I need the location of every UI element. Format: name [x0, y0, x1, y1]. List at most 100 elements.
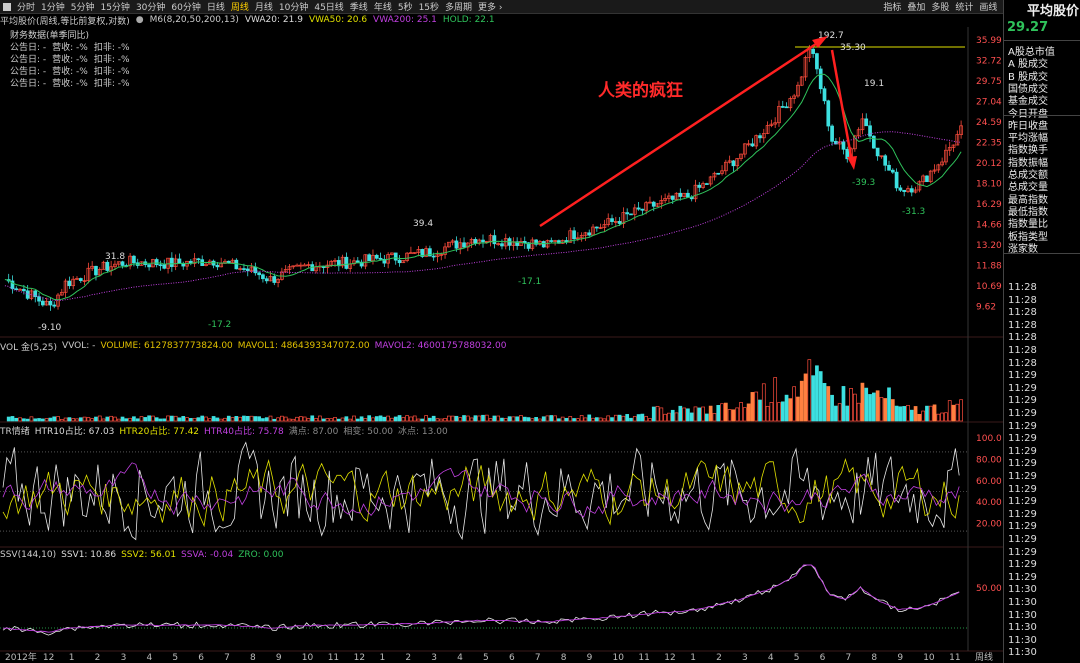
volume-bar — [469, 417, 474, 422]
volume-bar — [879, 397, 884, 422]
tr-axis-label: 40.00 — [976, 498, 1002, 508]
volume-bar — [606, 415, 611, 422]
x-axis-label: 11 — [328, 653, 339, 663]
price-marker: 39.4 — [413, 219, 433, 229]
volume-bar — [758, 399, 762, 422]
volume-bar — [295, 416, 299, 422]
volume-bar — [803, 373, 808, 422]
volume-bar — [428, 417, 432, 422]
candle-body — [868, 125, 872, 137]
candle-body — [909, 188, 914, 193]
volume-bar — [215, 417, 220, 422]
volume-bar — [462, 415, 466, 422]
candle-body — [40, 300, 45, 306]
volume-bar — [583, 417, 588, 422]
x-axis-label: 1 — [69, 653, 75, 663]
volume-bar — [742, 407, 747, 422]
volume-bar — [693, 406, 698, 422]
volume-bar — [314, 418, 318, 422]
tick-time: 11:28 — [1008, 294, 1037, 306]
volume-bar — [177, 417, 182, 422]
candle-body — [302, 264, 307, 267]
candle-body — [462, 242, 466, 248]
volume-bar — [352, 415, 356, 422]
volume-bar — [473, 415, 478, 422]
tick-time: 11:29 — [1008, 420, 1037, 432]
volume-bar — [310, 415, 315, 422]
volume-bar — [674, 412, 679, 422]
candle-body — [500, 243, 504, 247]
volume-bar — [534, 417, 538, 422]
volume-bar — [488, 418, 493, 422]
volume-bar — [898, 406, 903, 422]
tick-time: 11:29 — [1008, 382, 1037, 394]
volume-bar — [663, 413, 667, 422]
volume-bar — [116, 418, 121, 422]
volume-bar — [864, 387, 869, 422]
volume-bar — [538, 418, 542, 422]
sidebar-divider — [1004, 253, 1080, 254]
x-axis-label: 12 — [354, 653, 365, 663]
candle-body — [242, 268, 246, 270]
volume-bar — [887, 387, 891, 422]
price-tick-label: 16.29 — [976, 200, 1002, 210]
tick-time: 11:29 — [1008, 458, 1037, 470]
volume-bar — [701, 406, 705, 422]
volume-bar — [435, 418, 440, 422]
candle-body — [758, 135, 762, 139]
x-axis-label: 2 — [95, 653, 101, 663]
volume-bar — [48, 417, 53, 422]
candle-body — [617, 221, 622, 224]
volume-bar — [871, 392, 876, 422]
tr-axis-label: 20.00 — [976, 520, 1002, 530]
x-axis-label: 1 — [690, 653, 696, 663]
volume-bar — [788, 398, 793, 422]
volume-bar — [511, 416, 516, 422]
candle-body — [587, 232, 592, 236]
volume-value: VOLUME: 6127837773824.00 — [100, 341, 233, 351]
volume-bar — [503, 418, 508, 422]
x-axis-label: 7 — [535, 653, 541, 663]
volume-bar — [761, 383, 766, 422]
volume-bar — [860, 382, 865, 422]
volume-bar — [135, 418, 140, 422]
volume-bar — [204, 416, 208, 422]
candle-body — [272, 276, 277, 283]
x-axis-label: 12 — [43, 653, 54, 663]
tick-time: 11:30 — [1008, 597, 1037, 608]
candle-body — [731, 160, 736, 167]
volume-bar — [557, 418, 561, 422]
price-marker: -9.10 — [38, 323, 62, 333]
volume-bar — [317, 415, 322, 422]
volume-bar — [754, 391, 759, 422]
volume-bar — [264, 417, 269, 422]
x-axis-label: 11 — [949, 653, 960, 663]
volume-bar — [909, 409, 914, 422]
chart-canvas[interactable]: 35.99 32.72 29.75 27.04 24.59 22.35 20.12 18.10… — [0, 0, 1003, 663]
candle-body — [697, 184, 702, 188]
volume-bar — [25, 418, 30, 422]
candle-body — [367, 254, 372, 262]
volume-bar — [913, 406, 918, 422]
sidebar-price: 29.27 — [1007, 20, 1049, 35]
tick-time: 11:29 — [1008, 370, 1037, 382]
vol-panel-header: VOL 金(5,25) VVOL: - VOLUME: 612783777382… — [0, 340, 511, 353]
x-axis-label: 2 — [716, 653, 722, 663]
volume-bar — [283, 416, 288, 422]
volume-bar — [632, 416, 637, 422]
sidebar-divider — [1004, 40, 1080, 41]
volume-bar — [33, 418, 38, 422]
candle-body — [678, 192, 683, 197]
volume-bar — [75, 418, 79, 422]
volume-bar — [382, 416, 387, 422]
volume-bar — [268, 415, 273, 422]
price-tick-label: 27.04 — [976, 98, 1002, 108]
volume-bar — [355, 418, 360, 422]
tick-time: 11:29 — [1008, 521, 1037, 533]
volume-bar — [925, 405, 929, 422]
volume-bar — [621, 415, 626, 422]
volume-bar — [147, 415, 151, 422]
x-axis-label: 2012年 — [5, 651, 37, 663]
volume-bar — [416, 418, 421, 422]
tr-axis-label: 100.0 — [976, 434, 1002, 444]
